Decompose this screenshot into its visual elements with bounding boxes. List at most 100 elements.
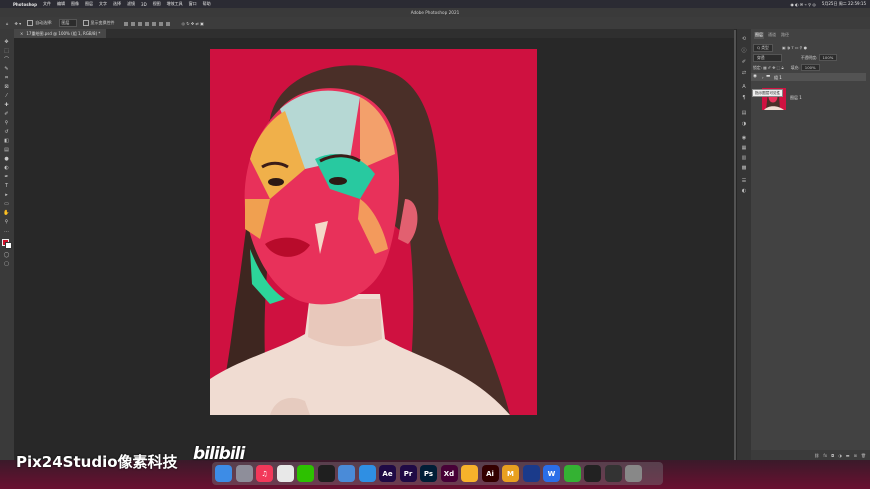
tab-layers[interactable]: 图层 [754,32,764,39]
brush-settings-icon[interactable]: ✐ [741,60,747,65]
adjustment-layer-icon[interactable]: ◑ [838,453,842,458]
gradient-tool-icon[interactable]: ▤ [3,147,10,153]
hand-tool-icon[interactable]: ✋ [3,210,10,216]
dock-photoshop-icon[interactable]: Ps [420,465,437,482]
libraries-icon[interactable]: ▤ [741,111,747,116]
menu-help[interactable]: 帮助 [203,1,211,7]
3d-mode-icons[interactable]: ◎ ↻ ✥ ⇄ ▣ [182,21,204,26]
add-mask-icon[interactable]: ◘ [831,453,834,458]
dock-qq-icon[interactable] [317,465,335,482]
clone-stamp-tool-icon[interactable]: ⚲ [3,120,10,126]
menu-plugins[interactable]: 增效工具 [167,1,183,7]
status-icons[interactable]: ◉ ◐ ✉ ⌁ ⚲ ◎ [790,2,816,7]
dock-wps-icon[interactable]: W [543,465,560,482]
filter-icons[interactable]: ▣ ◑ T ▭ ⚲ ● [782,45,807,50]
dock-activity-icon[interactable] [604,465,622,482]
align-bottom-icon[interactable] [158,21,163,26]
patterns-icon[interactable]: ▩ [741,166,747,171]
menu-layer[interactable]: 图层 [85,1,93,7]
swap-icon[interactable]: ⇄ [741,71,747,76]
layer-row-image[interactable]: 图层 1 [751,83,866,111]
eyedropper-tool-icon[interactable]: ⁄ [3,93,10,99]
dock-m-app-icon[interactable]: M [502,465,519,482]
zoom-tool-icon[interactable]: ⚲ [3,219,10,225]
color-icon[interactable]: ◉ [741,136,747,141]
dock-trash-icon[interactable] [625,465,642,482]
menu-image[interactable]: 图像 [71,1,79,7]
type-tool-icon[interactable]: T [3,183,10,189]
dock-c4d-icon[interactable] [522,465,540,482]
pen-tool-icon[interactable]: ✒ [3,174,10,180]
visibility-eye-icon[interactable]: ◉ [753,74,757,79]
lasso-tool-icon[interactable]: ⌒ [3,57,10,63]
menu-window[interactable]: 窗口 [189,1,197,7]
adjustments-icon[interactable]: ◑ [741,122,747,127]
fx-icon[interactable]: fx [823,453,827,458]
paragraph-icon[interactable]: ¶ [741,96,747,101]
menu-type[interactable]: 文字 [99,1,107,7]
healing-brush-tool-icon[interactable]: ✚ [3,102,10,108]
dock-camtasia-icon[interactable] [563,465,581,482]
dock-unknown-app-icon[interactable] [338,465,355,482]
dock-chrome-icon[interactable] [276,465,294,482]
tab-channels[interactable]: 通道 [767,32,777,39]
clock[interactable]: 5月25日 周二 22:59:15 [822,1,866,7]
app-menu[interactable]: Photoshop [13,2,37,7]
menu-edit[interactable]: 编辑 [57,1,65,7]
brush-tool-icon[interactable]: ✐ [3,111,10,117]
align-middle-icon[interactable] [151,21,156,26]
history-brush-tool-icon[interactable]: ↺ [3,129,10,135]
document-image[interactable] [210,49,537,415]
edit-toolbar-icon[interactable]: … [3,228,10,234]
dock-after-effects-icon[interactable]: Ae [379,465,396,482]
align-center-icon[interactable] [130,21,135,26]
screen-mode-icon[interactable]: ▢ [3,261,10,267]
layer-filter-dropdown[interactable]: Q 类型 [753,44,773,52]
properties-icon[interactable]: ☰ [741,179,747,184]
tab-paths[interactable]: 路径 [780,32,790,39]
dock-launchpad-icon[interactable] [235,465,253,482]
layer-row-group[interactable]: ◉ › ▬ 组 1 [751,73,866,81]
menu-select[interactable]: 选择 [113,1,121,7]
background-color-swatch[interactable] [5,242,12,249]
dock-penguin-icon[interactable] [584,465,601,482]
fill-field[interactable]: 100% [800,64,820,71]
blend-mode-dropdown[interactable]: 穿透 [753,54,782,62]
character-icon[interactable]: A [741,85,747,90]
quick-select-tool-icon[interactable]: ✎ [3,66,10,72]
auto-select-checkbox[interactable] [27,20,34,26]
menu-file[interactable]: 文件 [43,1,51,7]
new-group-icon[interactable]: ▬ [846,453,850,458]
dock-xd-icon[interactable]: Xd [440,465,458,482]
crop-tool-icon[interactable]: ⌗ [3,75,10,81]
delete-layer-icon[interactable]: 🗑︎ [861,453,866,458]
swatches-icon[interactable]: ▦ [741,146,747,151]
blur-tool-icon[interactable]: ● [3,156,10,162]
dock-premiere-icon[interactable]: Pr [399,465,417,482]
gradients-icon[interactable]: ▥ [741,156,747,161]
dock-illustrator-icon[interactable]: Ai [481,465,499,482]
document-tab[interactable]: × 17重绘图.psd @ 100% (组 1, RGB/8) * [14,29,107,38]
marquee-tool-icon[interactable]: ⬚ [3,48,10,54]
move-tool-preset-icon[interactable]: ✥ ▾ [15,21,22,26]
expand-chevron-icon[interactable]: › [762,75,764,80]
canvas-area[interactable] [14,38,734,460]
rectangle-tool-icon[interactable]: ▭ [3,201,10,207]
dock-finder-icon[interactable] [215,465,232,482]
new-layer-icon[interactable]: ⊞ [854,453,857,458]
auto-select-dropdown[interactable]: 图层 [58,19,77,27]
color-swatches[interactable] [2,239,12,249]
dock-wechat-icon[interactable] [297,465,314,482]
path-select-tool-icon[interactable]: ▸ [3,192,10,198]
align-icons[interactable] [121,21,170,26]
frame-tool-icon[interactable]: ⊠ [3,84,10,90]
dock-safari-icon[interactable] [358,465,376,482]
menu-3d[interactable]: 3D [141,2,147,7]
history-icon[interactable]: ⟲ [741,37,747,42]
dodge-tool-icon[interactable]: ◐ [3,165,10,171]
channels-icon[interactable]: ◐ [741,189,747,194]
home-icon[interactable]: ⌂ [6,21,9,26]
menu-filter[interactable]: 滤镜 [127,1,135,7]
info-icon[interactable]: ⓘ [741,49,747,54]
close-tab-icon[interactable]: × [20,31,23,36]
